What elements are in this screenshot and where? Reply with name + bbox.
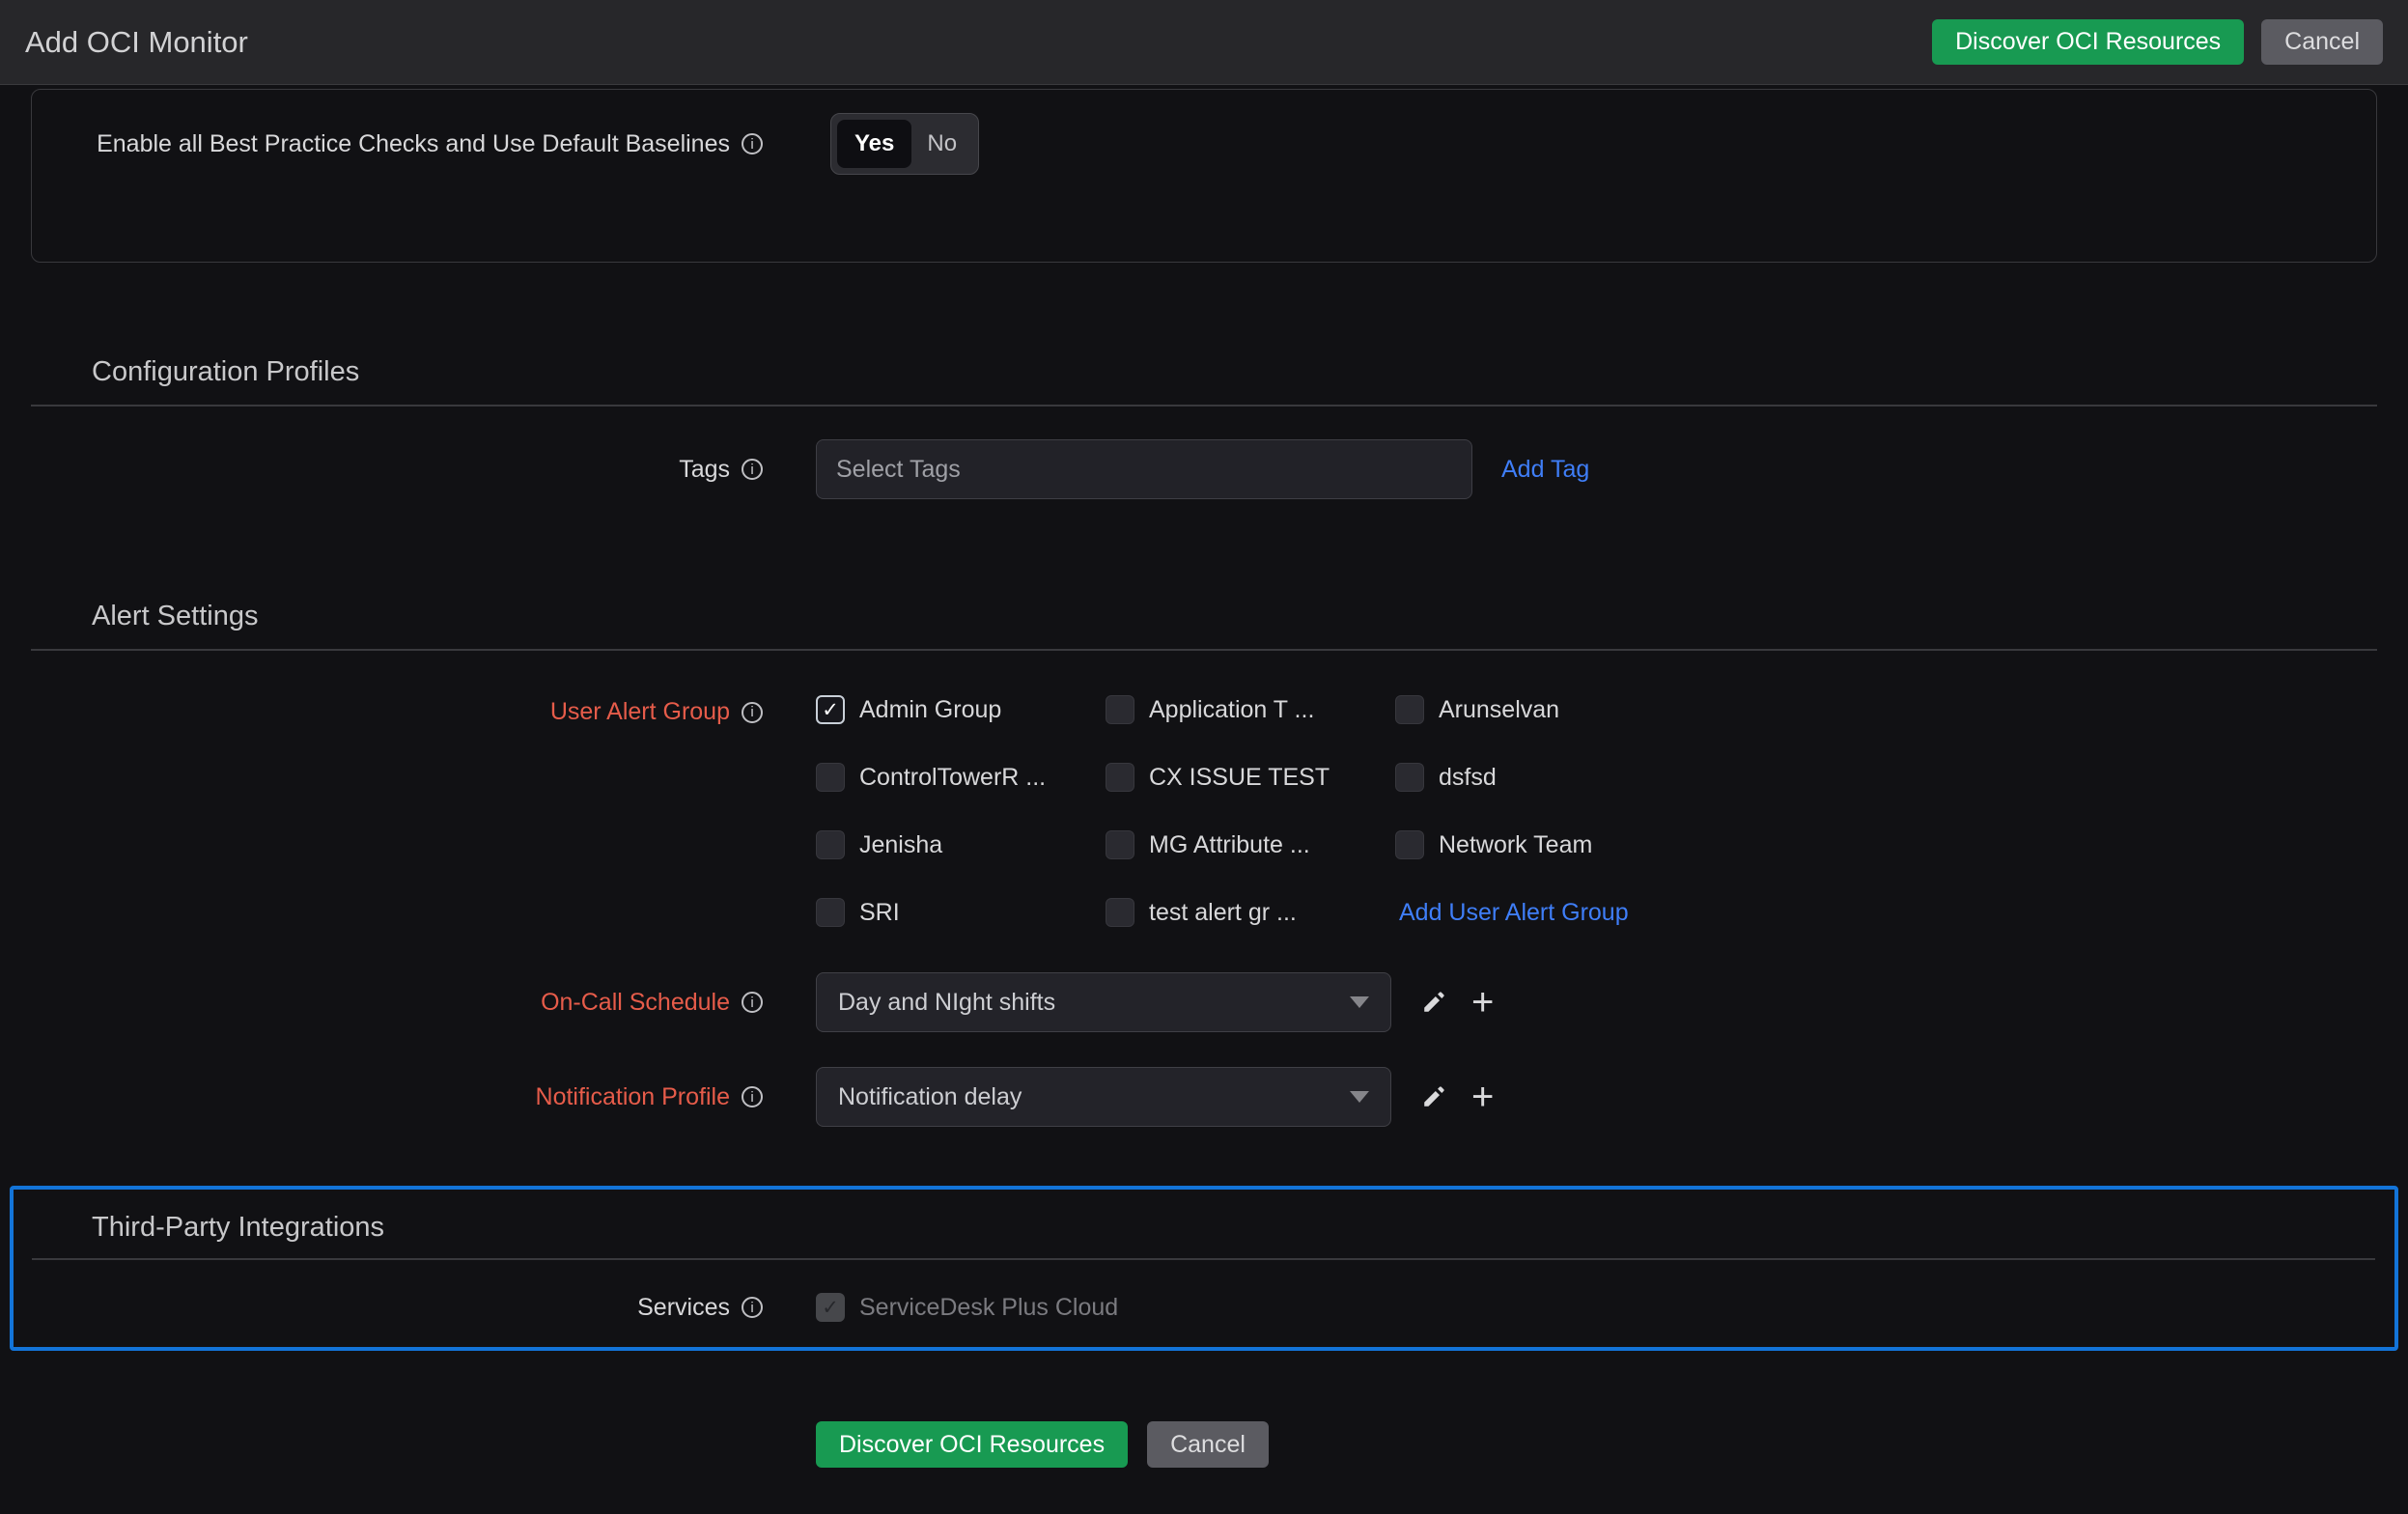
toggle-yes-option[interactable]: Yes <box>837 120 912 168</box>
third-party-integrations-section: Third-Party Integrations Services i ✓ Se… <box>10 1186 2398 1351</box>
notification-profile-label: Notification Profile i <box>31 1083 763 1111</box>
user-alert-group-option[interactable]: Application T ... <box>1106 695 1395 724</box>
discover-oci-resources-button[interactable]: Discover OCI Resources <box>816 1421 1129 1468</box>
checkbox-icon[interactable] <box>1395 763 1424 792</box>
user-alert-group-option[interactable]: MG Attribute ... <box>1106 830 1395 859</box>
edit-pencil-icon[interactable] <box>1420 1084 1446 1110</box>
section-heading-alert-settings: Alert Settings <box>92 601 259 631</box>
checkbox-icon[interactable] <box>1106 830 1134 859</box>
header: Add OCI Monitor Discover OCI Resources C… <box>0 0 2408 85</box>
notification-profile-label-text: Notification Profile <box>535 1082 730 1110</box>
user-alert-group-option[interactable]: SRI <box>816 898 1106 927</box>
checkbox-icon[interactable] <box>816 898 845 927</box>
discover-oci-resources-button[interactable]: Discover OCI Resources <box>1932 19 2245 65</box>
header-actions: Discover OCI Resources Cancel <box>1932 19 2383 65</box>
alert-settings-section: Alert Settings User Alert Group i ✓ Admi… <box>31 600 2377 1127</box>
notification-profile-value: Notification delay <box>838 1082 1022 1110</box>
best-practice-toggle[interactable]: Yes No <box>830 113 980 175</box>
checkbox-icon[interactable] <box>1106 898 1134 927</box>
checkbox-icon[interactable] <box>1395 695 1424 724</box>
user-alert-group-option[interactable]: test alert gr ... <box>1106 898 1395 927</box>
on-call-schedule-value: Day and NIght shifts <box>838 988 1056 1016</box>
info-icon[interactable]: i <box>742 1297 763 1318</box>
on-call-schedule-label-text: On-Call Schedule <box>541 988 730 1016</box>
info-icon[interactable]: i <box>742 701 763 723</box>
section-divider <box>31 649 2377 651</box>
toggle-no-option[interactable]: No <box>911 130 972 157</box>
info-icon[interactable]: i <box>742 1086 763 1107</box>
user-alert-group-option[interactable]: Jenisha <box>816 830 1106 859</box>
notification-profile-row: Notification Profile i Notification dela… <box>31 1067 2377 1127</box>
best-practice-panel: Enable all Best Practice Checks and Use … <box>31 89 2377 263</box>
user-alert-group-label-text: User Alert Group <box>549 698 730 725</box>
user-alert-group-grid: ✓ Admin Group Application T ... Arunselv… <box>816 695 1685 927</box>
user-alert-group-option[interactable]: CX ISSUE TEST <box>1106 763 1395 792</box>
add-plus-icon[interactable]: + <box>1471 983 1494 1022</box>
checkbox-icon[interactable] <box>1106 763 1134 792</box>
configuration-profiles-section: Configuration Profiles Tags i Select Tag… <box>31 355 2377 499</box>
tags-row: Tags i Select Tags Add Tag <box>31 439 2377 499</box>
cancel-button[interactable]: Cancel <box>1147 1421 1269 1468</box>
section-heading-configuration-profiles: Configuration Profiles <box>92 356 360 387</box>
checkbox-icon[interactable] <box>816 763 845 792</box>
add-user-alert-group-link[interactable]: Add User Alert Group <box>1399 899 1629 927</box>
on-call-schedule-actions: + <box>1420 983 1494 1022</box>
add-user-alert-group-cell: Add User Alert Group <box>1395 898 1685 927</box>
cancel-button[interactable]: Cancel <box>2261 19 2383 65</box>
info-icon[interactable]: i <box>742 459 763 480</box>
page-title: Add OCI Monitor <box>25 24 248 59</box>
user-alert-group-option[interactable]: dsfsd <box>1395 763 1685 792</box>
edit-pencil-icon[interactable] <box>1420 990 1446 1016</box>
best-practice-label-text: Enable all Best Practice Checks and Use … <box>97 129 730 157</box>
footer-actions: Discover OCI Resources Cancel <box>816 1421 2377 1468</box>
checkbox-icon[interactable] <box>1106 695 1134 724</box>
chevron-down-icon <box>1350 1091 1369 1103</box>
info-icon[interactable]: i <box>742 133 763 154</box>
section-heading-third-party-integrations: Third-Party Integrations <box>92 1212 385 1243</box>
user-alert-group-row: User Alert Group i ✓ Admin Group Applica… <box>31 695 2377 927</box>
services-row: Services i ✓ ServiceDesk Plus Cloud <box>14 1293 2394 1322</box>
add-tag-link[interactable]: Add Tag <box>1501 456 1589 484</box>
checkbox-checked-icon[interactable]: ✓ <box>816 695 845 724</box>
checkbox-checked-disabled-icon: ✓ <box>816 1293 845 1322</box>
on-call-schedule-label: On-Call Schedule i <box>31 989 763 1017</box>
form-body: Enable all Best Practice Checks and Use … <box>0 89 2408 1468</box>
user-alert-group-label: User Alert Group i <box>31 698 763 726</box>
best-practice-row: Enable all Best Practice Checks and Use … <box>32 113 2376 175</box>
user-alert-group-option[interactable]: Network Team <box>1395 830 1685 859</box>
notification-profile-actions: + <box>1420 1078 1494 1116</box>
user-alert-group-option[interactable]: Arunselvan <box>1395 695 1685 724</box>
checkbox-icon[interactable] <box>1395 830 1424 859</box>
best-practice-label: Enable all Best Practice Checks and Use … <box>32 130 763 158</box>
tags-label: Tags i <box>31 456 763 484</box>
section-divider <box>32 1258 2375 1260</box>
section-divider <box>31 405 2377 407</box>
info-icon[interactable]: i <box>742 992 763 1013</box>
user-alert-group-option[interactable]: ControlTowerR ... <box>816 763 1106 792</box>
on-call-schedule-select[interactable]: Day and NIght shifts <box>816 972 1391 1032</box>
services-label: Services i <box>14 1294 763 1322</box>
add-plus-icon[interactable]: + <box>1471 1078 1494 1116</box>
checkbox-icon[interactable] <box>816 830 845 859</box>
on-call-schedule-row: On-Call Schedule i Day and NIght shifts … <box>31 972 2377 1032</box>
chevron-down-icon <box>1350 996 1369 1008</box>
select-tags-input[interactable]: Select Tags <box>816 439 1472 499</box>
user-alert-group-option[interactable]: ✓ Admin Group <box>816 695 1106 724</box>
servicedesk-plus-cloud-option: ✓ ServiceDesk Plus Cloud <box>816 1293 1118 1322</box>
services-label-text: Services <box>637 1293 730 1321</box>
tags-label-text: Tags <box>679 455 730 483</box>
notification-profile-select[interactable]: Notification delay <box>816 1067 1391 1127</box>
